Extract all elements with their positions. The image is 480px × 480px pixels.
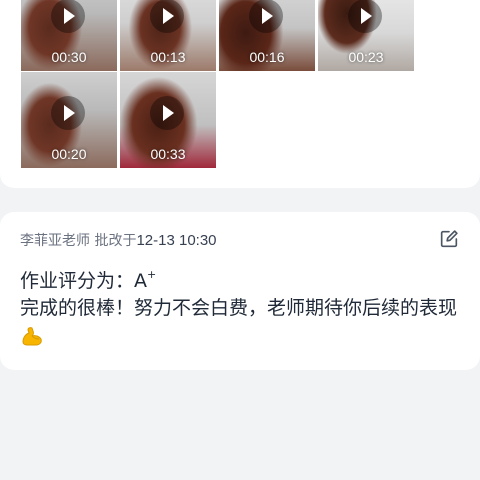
video-duration: 00:16 (249, 49, 285, 65)
flexed-biceps-icon (22, 327, 42, 346)
video-thumbnail[interactable]: 00:16 (219, 0, 315, 71)
play-icon[interactable] (150, 0, 184, 33)
play-icon[interactable] (51, 96, 85, 130)
play-icon[interactable] (249, 0, 283, 33)
play-icon[interactable] (51, 0, 85, 33)
teacher-comment-card: 李菲亚老师 批改于12-13 10:30 作业评分为：A+ 完成的很棒！努力不会… (0, 212, 480, 370)
grade-value: A (134, 270, 148, 292)
video-thumbnail[interactable]: 00:33 (120, 72, 216, 168)
play-icon[interactable] (348, 0, 382, 33)
comment-time: 12-13 10:30 (136, 232, 217, 249)
video-gallery: 00:30 00:13 00:16 00:23 00:20 00:33 (0, 0, 480, 188)
comment-action: 批改于 (94, 233, 137, 249)
video-thumbnail[interactable]: 00:23 (318, 0, 414, 71)
grade-label: 作业评分为： (20, 270, 135, 292)
edit-icon[interactable] (438, 228, 460, 250)
video-thumbnail[interactable]: 00:30 (21, 0, 117, 71)
teacher-name: 李菲亚老师 (20, 233, 90, 249)
video-duration: 00:20 (51, 146, 87, 162)
play-icon[interactable] (150, 96, 184, 130)
grade-plus: + (147, 268, 157, 281)
video-thumbnail[interactable]: 00:13 (120, 0, 216, 71)
video-duration: 00:30 (51, 49, 87, 65)
grade-line: 作业评分为：A+ (20, 266, 156, 293)
comment-text: 完成的很棒！努力不会白费，老师期待你后续的表现 (20, 297, 458, 319)
video-duration: 00:33 (150, 146, 186, 162)
comment-meta: 李菲亚老师 批改于12-13 10:30 (20, 230, 217, 250)
video-duration: 00:23 (348, 49, 384, 65)
comment-body: 完成的很棒！努力不会白费，老师期待你后续的表现 (20, 294, 466, 352)
video-thumbnail[interactable]: 00:20 (21, 72, 117, 168)
video-duration: 00:13 (150, 49, 186, 65)
